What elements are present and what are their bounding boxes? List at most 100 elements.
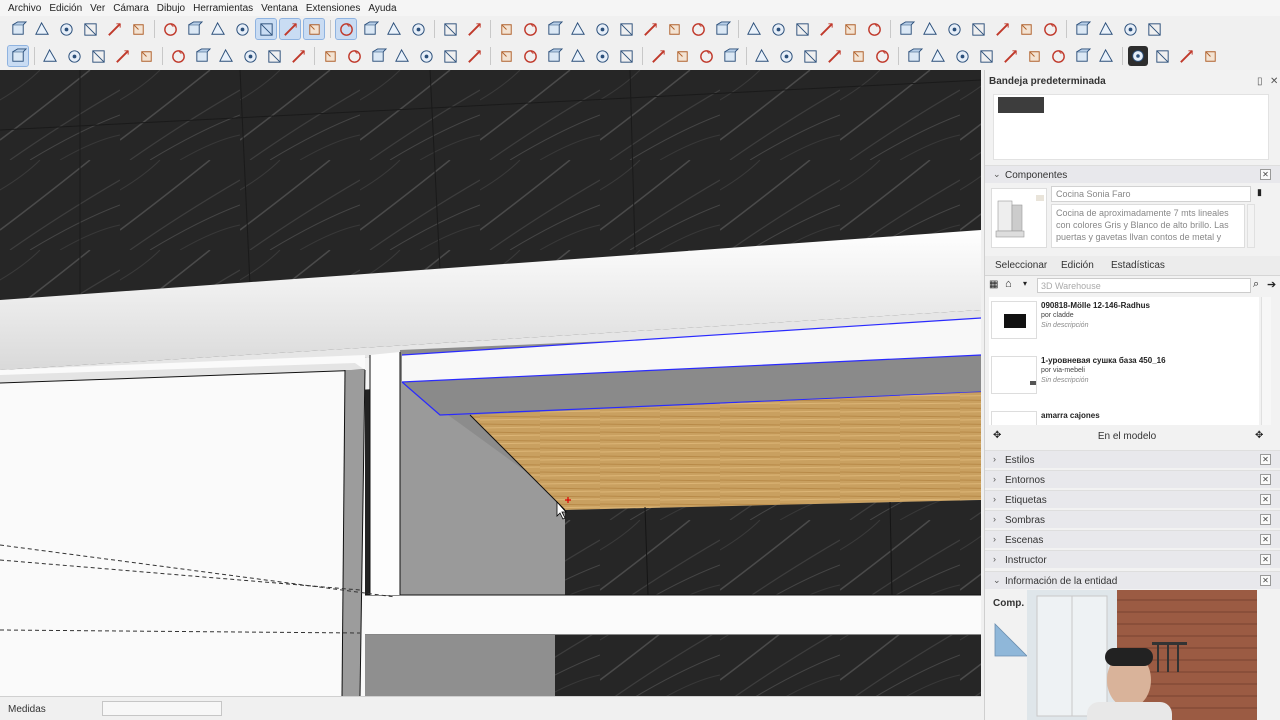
component-thumbnail[interactable] bbox=[991, 188, 1047, 248]
style-thumbnail[interactable] bbox=[998, 97, 1044, 113]
result-name[interactable]: 1-уровневая сушка база 450_16 bbox=[1041, 356, 1166, 365]
model-scene[interactable] bbox=[0, 70, 981, 696]
sandbox-smoove-icon[interactable] bbox=[944, 19, 964, 39]
panel-tags[interactable]: › Etiquetas ✕ bbox=[985, 490, 1280, 508]
zoom-icon[interactable] bbox=[544, 19, 564, 39]
move-icon[interactable] bbox=[216, 46, 236, 66]
walk-icon[interactable] bbox=[688, 19, 708, 39]
plugin-g-icon[interactable] bbox=[1096, 46, 1116, 66]
measurements-input[interactable] bbox=[102, 701, 222, 716]
walk2-icon[interactable] bbox=[592, 46, 612, 66]
sandbox-drape-icon[interactable] bbox=[992, 19, 1012, 39]
top-view-icon[interactable] bbox=[32, 19, 52, 39]
plugin-j-icon[interactable] bbox=[1200, 46, 1220, 66]
zoom-window-icon[interactable] bbox=[568, 19, 588, 39]
orbit-icon[interactable] bbox=[496, 19, 516, 39]
front-view-icon[interactable] bbox=[56, 19, 76, 39]
menu-edicion[interactable]: Edición bbox=[45, 3, 86, 14]
zoom-extents-icon[interactable] bbox=[592, 19, 612, 39]
plugin-f-icon[interactable] bbox=[1072, 46, 1092, 66]
rectangle-icon[interactable] bbox=[136, 46, 156, 66]
bottom-shelf[interactable] bbox=[360, 595, 981, 635]
line-icon[interactable] bbox=[88, 46, 108, 66]
section2-icon[interactable] bbox=[648, 46, 668, 66]
close-icon[interactable]: ✕ bbox=[1260, 494, 1271, 505]
close-icon[interactable]: ✕ bbox=[1260, 474, 1271, 485]
back-view-icon[interactable] bbox=[104, 19, 124, 39]
close-icon[interactable]: ✕ bbox=[1260, 534, 1271, 545]
list-item[interactable]: 1-уровневая сушка база 450_16 por via-me… bbox=[989, 352, 1259, 407]
menu-herramientas[interactable]: Herramientas bbox=[189, 3, 257, 14]
section-plane-icon[interactable] bbox=[335, 18, 357, 40]
add-location-icon[interactable] bbox=[800, 46, 820, 66]
xray-icon[interactable] bbox=[160, 19, 180, 39]
follow-me-icon[interactable] bbox=[192, 46, 212, 66]
photo-texture-icon[interactable] bbox=[824, 46, 844, 66]
panel-styles[interactable]: › Estilos ✕ bbox=[985, 450, 1280, 468]
tab-edicion[interactable]: Edición bbox=[1061, 260, 1094, 271]
outer-shell-icon[interactable] bbox=[864, 19, 884, 39]
pan-icon[interactable] bbox=[520, 19, 540, 39]
generic-tool-icon[interactable] bbox=[928, 46, 948, 66]
component-description[interactable]: Cocina de aproximadamente 7 mts lineales… bbox=[1051, 204, 1245, 248]
match-photo-icon[interactable] bbox=[720, 46, 740, 66]
section-cut-icon[interactable] bbox=[360, 19, 380, 39]
sandbox-flip-edge-icon[interactable] bbox=[1040, 19, 1060, 39]
plugin-c-icon[interactable] bbox=[1000, 46, 1020, 66]
pan2-icon[interactable] bbox=[520, 46, 540, 66]
iso-view-icon[interactable] bbox=[8, 19, 28, 39]
close-icon[interactable]: ✕ bbox=[1260, 554, 1271, 565]
plugin-d-icon[interactable] bbox=[1024, 46, 1044, 66]
eraser-icon[interactable] bbox=[40, 46, 60, 66]
component-icon[interactable] bbox=[440, 19, 460, 39]
back-edges-icon[interactable] bbox=[184, 19, 204, 39]
menu-archivo[interactable]: Archivo bbox=[4, 3, 45, 14]
shaded-icon[interactable] bbox=[255, 18, 277, 40]
look2-icon[interactable] bbox=[616, 46, 636, 66]
opencutlist-icon[interactable] bbox=[1128, 46, 1148, 66]
solid-intersect-icon[interactable] bbox=[816, 19, 836, 39]
wireframe-icon[interactable] bbox=[208, 19, 228, 39]
styles-icon[interactable] bbox=[904, 46, 924, 66]
dimension-icon[interactable] bbox=[368, 46, 388, 66]
panel-environments[interactable]: › Entornos ✕ bbox=[985, 470, 1280, 488]
push-pull-icon[interactable] bbox=[168, 46, 188, 66]
left-view-icon[interactable] bbox=[128, 19, 148, 39]
text-icon[interactable] bbox=[392, 46, 412, 66]
plugin-b-icon[interactable] bbox=[976, 46, 996, 66]
sandbox-contours-icon[interactable] bbox=[896, 19, 916, 39]
plugin-a-icon[interactable] bbox=[952, 46, 972, 66]
menu-ayuda[interactable]: Ayuda bbox=[364, 3, 400, 14]
rotate-icon[interactable] bbox=[240, 46, 260, 66]
panel-instructor[interactable]: › Instructor ✕ bbox=[985, 550, 1280, 568]
component-name-field[interactable]: Cocina Sonia Faro bbox=[1051, 186, 1251, 202]
section-display-icon[interactable] bbox=[408, 19, 428, 39]
solid-trim-icon[interactable] bbox=[792, 19, 812, 39]
view-options-icon[interactable]: ▦ bbox=[989, 279, 998, 290]
select-icon[interactable] bbox=[7, 45, 29, 67]
zoom-extents2-icon[interactable] bbox=[568, 46, 588, 66]
menu-camara[interactable]: Cámara bbox=[109, 3, 153, 14]
result-name[interactable]: amarra cajones bbox=[1041, 411, 1100, 420]
solid-subtract-icon[interactable] bbox=[768, 19, 788, 39]
right-view-icon[interactable] bbox=[80, 19, 100, 39]
panel-scenes[interactable]: › Escenas ✕ bbox=[985, 530, 1280, 548]
layout-icon[interactable] bbox=[1120, 19, 1140, 39]
section-fill-icon[interactable] bbox=[384, 19, 404, 39]
result-name[interactable]: 090818-Mölle 12-146-Radhus bbox=[1041, 301, 1150, 310]
sandbox-stamp-icon[interactable] bbox=[968, 19, 988, 39]
monochrome-icon[interactable] bbox=[303, 18, 325, 40]
protractor-icon[interactable] bbox=[344, 46, 364, 66]
list-item[interactable]: amarra cajones bbox=[989, 407, 1259, 425]
results-scrollbar[interactable] bbox=[1261, 297, 1271, 425]
arc-icon[interactable] bbox=[112, 46, 132, 66]
pencil-icon[interactable] bbox=[64, 46, 84, 66]
look-around-icon[interactable] bbox=[712, 19, 732, 39]
panel-components[interactable]: ⌄ Componentes ✕ bbox=[985, 165, 1280, 183]
menu-extensiones[interactable]: Extensiones bbox=[302, 3, 364, 14]
list-item[interactable]: 090818-Mölle 12-146-Radhus por cladde Si… bbox=[989, 297, 1259, 352]
close-icon[interactable]: ✕ bbox=[1260, 514, 1271, 525]
search-input[interactable]: 3D Warehouse bbox=[1037, 278, 1251, 293]
menu-dibujo[interactable]: Dibujo bbox=[153, 3, 189, 14]
tab-seleccionar[interactable]: Seleccionar bbox=[995, 260, 1047, 271]
